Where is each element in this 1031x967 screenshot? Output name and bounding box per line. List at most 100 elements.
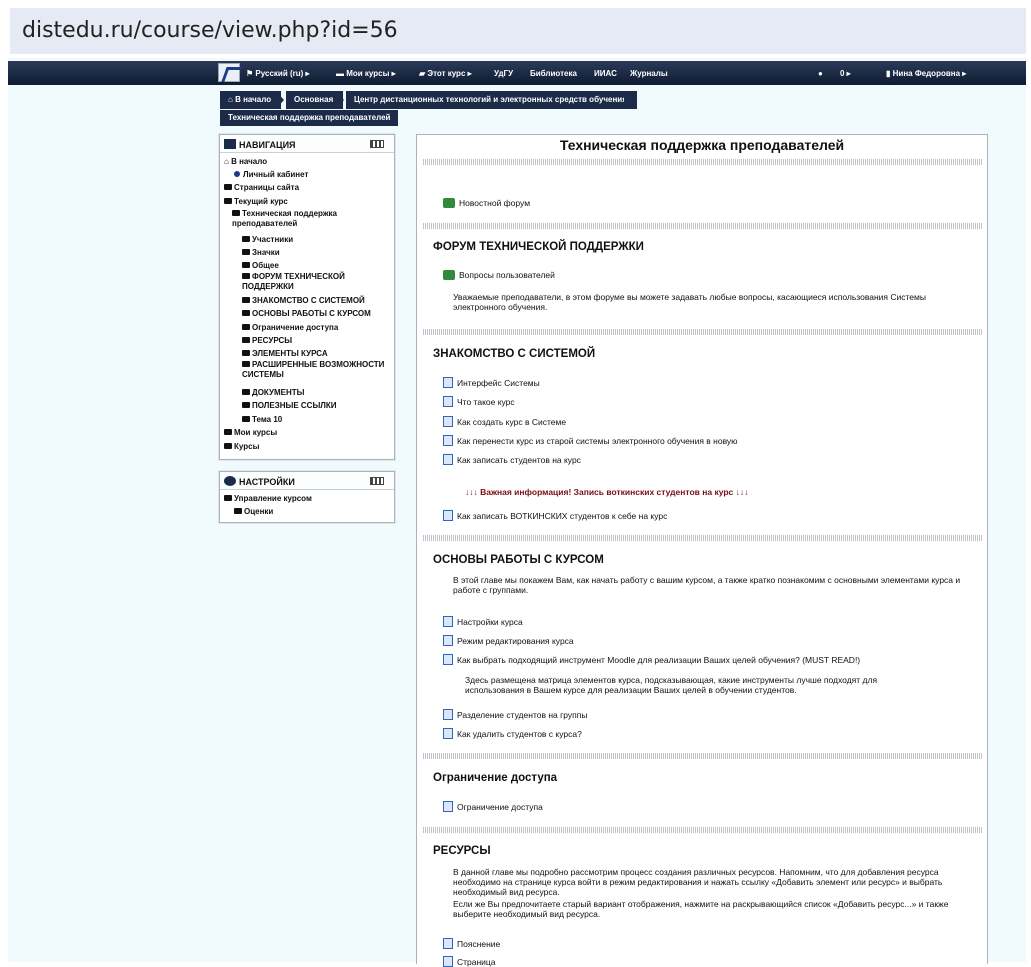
section-summary: Если же Вы предпочитаете старый вариант … bbox=[453, 899, 949, 919]
moodle-page: ⚑ Русский (ru) ▸ ▬ Мои курсы ▸ ▰ Этот ку… bbox=[8, 58, 1026, 967]
nav-course-name[interactable]: Техническая поддержка преподавателей bbox=[232, 209, 382, 229]
nav-this-course[interactable]: ▰ Этот курс ▸ bbox=[419, 69, 472, 78]
messages-menu[interactable]: 0 ▸ bbox=[840, 69, 851, 78]
nav-my-courses[interactable]: ▬ Мои курсы ▸ bbox=[336, 69, 396, 78]
section-separator bbox=[423, 827, 983, 833]
forum-icon bbox=[443, 270, 455, 280]
nav-course-item[interactable]: ДОКУМЕНТЫ bbox=[242, 388, 304, 397]
page-link[interactable]: Как записать студентов на курс bbox=[443, 454, 581, 465]
folder-icon bbox=[242, 262, 250, 268]
page-icon bbox=[443, 654, 453, 665]
page-link[interactable]: Как перенести курс из старой системы эле… bbox=[443, 435, 738, 446]
course-content: Техническая поддержка преподавателей Нов… bbox=[416, 134, 988, 967]
nav-journals[interactable]: Журналы bbox=[630, 69, 668, 78]
forum-description: Уважаемые преподаватели, в этом форуме в… bbox=[453, 292, 926, 312]
folder-icon bbox=[242, 236, 250, 242]
settings-course-admin[interactable]: Управление курсом bbox=[224, 494, 312, 503]
nav-library[interactable]: Библиотека bbox=[530, 69, 577, 78]
folder-icon bbox=[242, 389, 250, 395]
folder-icon bbox=[232, 210, 240, 216]
page-link[interactable]: Настройки курса bbox=[443, 616, 523, 627]
page-link[interactable]: Как создать курс в Системе bbox=[443, 416, 566, 427]
page-link[interactable]: Пояснение bbox=[443, 938, 500, 949]
folder-icon bbox=[242, 402, 250, 408]
gears-icon bbox=[224, 476, 236, 486]
folder-icon bbox=[242, 249, 250, 255]
breadcrumb-home[interactable]: ⌂ В начало bbox=[220, 91, 282, 109]
nav-course-item[interactable]: Значки bbox=[242, 248, 280, 257]
navigation-block: НАВИГАЦИЯ ⌂ В начало Личный кабинет Стра… bbox=[219, 134, 395, 460]
grades-icon bbox=[234, 508, 242, 514]
page-link[interactable]: Как удалить студентов с курса? bbox=[443, 728, 582, 739]
breadcrumb-separator bbox=[336, 91, 344, 109]
breadcrumb-main[interactable]: Основная bbox=[286, 91, 344, 109]
address-bar[interactable]: distedu.ru/course/view.php?id=56 bbox=[10, 8, 1026, 54]
nav-current-course[interactable]: Текущий курс bbox=[224, 197, 288, 206]
folder-icon bbox=[242, 361, 250, 367]
breadcrumb-center[interactable]: Центр дистанционных технологий и электро… bbox=[346, 91, 637, 109]
block-dock-icon[interactable] bbox=[370, 140, 384, 148]
breadcrumb-separator bbox=[276, 91, 284, 109]
page-link[interactable]: Как выбрать подходящий инструмент Moodle… bbox=[443, 654, 860, 665]
nav-course-item[interactable]: ЗНАКОМСТВО С СИСТЕМОЙ bbox=[242, 296, 365, 305]
nav-home[interactable]: ⌂ В начало bbox=[224, 157, 267, 166]
nav-course-item[interactable]: Ограничение доступа bbox=[242, 323, 338, 332]
page-icon bbox=[443, 435, 453, 446]
page-icon bbox=[443, 416, 453, 427]
page-icon bbox=[443, 709, 453, 720]
page-link[interactable]: Интерфейс Системы bbox=[443, 377, 540, 388]
section-title: РЕСУРСЫ bbox=[433, 845, 491, 857]
folder-icon bbox=[242, 337, 250, 343]
site-logo[interactable] bbox=[218, 63, 240, 82]
folder-icon bbox=[224, 184, 232, 190]
settings-block-header[interactable]: НАСТРОЙКИ bbox=[220, 472, 394, 490]
nav-courses[interactable]: Курсы bbox=[224, 442, 259, 451]
navigation-block-header[interactable]: НАВИГАЦИЯ bbox=[220, 135, 394, 153]
folder-icon bbox=[224, 495, 232, 501]
folder-icon bbox=[242, 273, 250, 279]
nav-dashboard[interactable]: Личный кабинет bbox=[234, 170, 308, 179]
forum-link[interactable]: Вопросы пользователей bbox=[443, 270, 555, 280]
breadcrumb-course[interactable]: Техническая поддержка преподавателей bbox=[220, 110, 399, 126]
user-menu[interactable]: ▮ Нина Федоровна ▸ bbox=[886, 69, 966, 78]
section-summary: В данной главе мы подробно рассмотрим пр… bbox=[453, 867, 943, 897]
section-title: ОСНОВЫ РАБОТЫ С КУРСОМ bbox=[433, 554, 604, 566]
notification-icon[interactable]: ● bbox=[818, 69, 823, 78]
nav-course-item[interactable]: ПОЛЕЗНЫЕ ССЫЛКИ bbox=[242, 401, 337, 410]
folder-icon bbox=[224, 198, 232, 204]
section-title: ЗНАКОМСТВО С СИСТЕМОЙ bbox=[433, 348, 596, 360]
nav-iias[interactable]: ИИАС bbox=[594, 69, 617, 78]
nav-language[interactable]: ⚑ Русский (ru) ▸ bbox=[246, 69, 310, 78]
page-link[interactable]: Ограничение доступа bbox=[443, 801, 543, 812]
page-link[interactable]: Как записать ВОТКИНСКИХ студентов к себе… bbox=[443, 510, 667, 521]
page-icon bbox=[443, 801, 453, 812]
nav-udsu[interactable]: УдГУ bbox=[494, 69, 513, 78]
folder-icon bbox=[242, 310, 250, 316]
page-link[interactable]: Разделение студентов на группы bbox=[443, 709, 587, 720]
page-icon bbox=[443, 616, 453, 627]
page-link[interactable]: Режим редактирования курса bbox=[443, 635, 574, 646]
nav-course-item[interactable]: Участники bbox=[242, 235, 293, 244]
nav-course-item[interactable]: РЕСУРСЫ bbox=[242, 336, 292, 345]
news-forum-link[interactable]: Новостной форум bbox=[443, 198, 530, 208]
section-separator bbox=[423, 329, 983, 335]
block-dock-icon[interactable] bbox=[370, 477, 384, 485]
nav-my-courses-tree[interactable]: Мои курсы bbox=[224, 428, 277, 437]
nav-site-pages[interactable]: Страницы сайта bbox=[224, 183, 299, 192]
page-icon bbox=[443, 396, 453, 407]
nav-course-item[interactable]: Общее bbox=[242, 261, 279, 270]
section-separator bbox=[423, 159, 983, 165]
nav-course-item[interactable]: Тема 10 bbox=[242, 415, 282, 424]
section-title: ФОРУМ ТЕХНИЧЕСКОЙ ПОДДЕРЖКИ bbox=[433, 241, 644, 253]
page-icon bbox=[443, 454, 453, 465]
home-icon: ⌂ bbox=[224, 157, 229, 166]
nav-course-item[interactable]: ОСНОВЫ РАБОТЫ С КУРСОМ bbox=[242, 309, 371, 318]
nav-course-item[interactable]: РАСШИРЕННЫЕ ВОЗМОЖНОСТИ СИСТЕМЫ bbox=[242, 360, 392, 380]
nav-course-item[interactable]: ФОРУМ ТЕХНИЧЕСКОЙ ПОДДЕРЖКИ bbox=[242, 272, 372, 292]
section-separator bbox=[423, 535, 983, 541]
settings-grades[interactable]: Оценки bbox=[234, 507, 273, 516]
page-icon bbox=[443, 510, 453, 521]
nav-course-item[interactable]: ЭЛЕМЕНТЫ КУРСА bbox=[242, 349, 328, 358]
page-link[interactable]: Что такое курс bbox=[443, 396, 515, 407]
page-icon bbox=[443, 938, 453, 949]
